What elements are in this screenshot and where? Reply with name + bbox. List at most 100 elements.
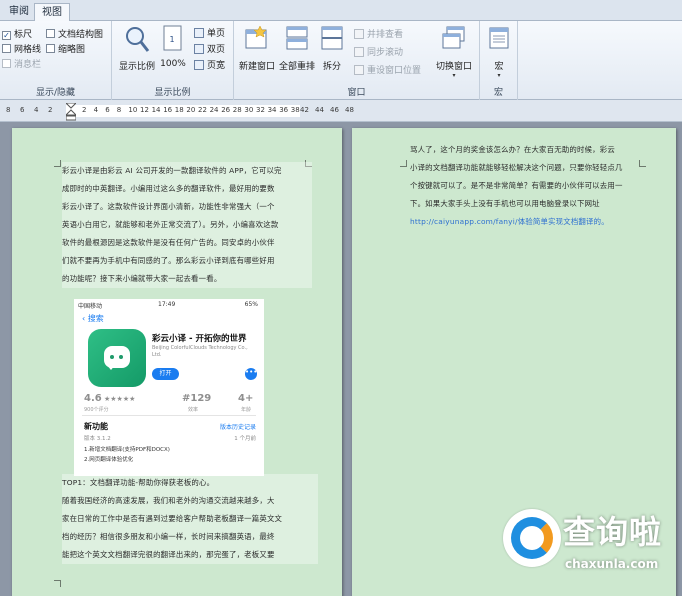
ruler-tick: 46 [330,106,339,114]
sync-scroll-icon [354,47,364,57]
switch-windows-button[interactable]: 切换窗口 ▾ [432,25,476,79]
sync-scroll-button: 同步滚动 [354,45,403,58]
group-window: 新建窗口 全部重排 拆分 并排查看 同步滚动 重设窗口位置 切换窗口 ▾ 窗口 [234,21,480,100]
check-icon: ✓ [2,31,11,40]
ruler-tick: 2 [48,106,53,114]
embedded-app-screenshot[interactable]: 中国移动 17:49 65% ‹ 搜索 彩云小译 - 开拓你的世界 Beijin… [74,299,264,476]
new-features-heading: 新功能 [84,422,108,431]
ruler-tick: 32 [256,106,265,114]
more-options-icon: ••• [245,368,257,380]
ruler-tick: 12 [140,106,149,114]
ruler-tick: 20 [186,106,196,114]
magnifier-icon [126,27,150,52]
ruler-tick: 6 [105,106,110,114]
open-app-button: 打开 [152,368,179,380]
macros-button[interactable]: 宏 ▾ [484,25,514,79]
ruler-tick: 8 [116,106,122,114]
page1-paragraph-2[interactable]: TOP1：文档翻译功能-帮助你得获老板的心。 随着我国经济的高速发展，我们和老外… [62,474,318,564]
back-search-link: ‹ 搜索 [82,314,104,323]
doc-map-checkbox[interactable]: 文档结构图 [46,27,103,40]
tab-view[interactable]: 视图 [34,3,70,22]
rating-value: 4.6 [84,393,102,404]
ruler-tick: 26 [221,106,231,114]
side-by-side-icon [354,29,364,39]
horizontal-ruler[interactable]: 8 6 4 2 2 4 6 8 10 12 14 16 18 20 22 24 26 28 30 32 34 36… [0,100,682,122]
one-page-icon [194,28,204,38]
chaxunla-logo-icon [503,509,561,567]
ruler-tick: 36 [279,106,289,114]
ruler-tick: 4 [93,106,99,114]
group-macros: 宏 ▾ 宏 [480,21,518,100]
switch-windows-icon [442,26,465,49]
zoom-button[interactable]: 显示比例 [118,25,156,72]
page2-paragraph-1[interactable]: 骂人了，这个月的奖金该怎么办？在大家百无助的时候，彩云 小译的文档翻译功能就能够… [410,141,650,231]
ruler-checkbox[interactable]: ✓ 标尺 [2,27,32,40]
arrange-all-button[interactable]: 全部重排 [278,25,316,72]
group-label-show-hide: 显示/隐藏 [35,88,76,98]
message-bar-checkbox: 消息栏 [2,57,41,70]
watermark-url: chaxunla.com [565,557,659,571]
document-page-1[interactable]: 彩云小译是由彩云 AI 公司开发的一款翻译软件的 APP，它可以完 成即时的中英… [12,128,342,596]
reset-position-icon [354,65,364,75]
page-100-icon: 1 [163,25,182,51]
app-icon [88,329,146,387]
chaxunla-watermark: 查询啦 chaxunla.com [497,505,682,596]
ruler-tick: 48 [345,106,354,114]
chevron-down-icon: ▾ [497,72,501,79]
ruler-tick: 42 [300,106,309,114]
watermark-brand: 查询啦 [563,513,663,551]
version-number: 版本 3.1.2 [84,436,111,442]
age-rating: 4+ [238,393,254,404]
app-developer: Beijing ColorfulClouds Technology Co., L… [152,345,248,358]
group-label-macros: 宏 [493,88,503,98]
ruler-tick: 14 [151,106,161,114]
reset-position-button: 重设窗口位置 [354,63,421,76]
gridlines-checkbox[interactable]: 网格线 [2,42,41,55]
zoom-100-button[interactable]: 1 100% [158,25,188,69]
one-page-button[interactable]: 单页 [194,26,225,39]
chevron-down-icon: ▾ [452,72,456,79]
arrange-all-icon [286,26,308,50]
ruler-tick: 8 [6,106,11,114]
macro-icon [489,27,509,49]
ruler-tick: 2 [82,106,87,114]
release-note: 1.新增文档翻译(支持PDF和DOCX) [84,447,170,453]
ruler-tick: 34 [267,106,277,114]
page-width-button[interactable]: 页宽 [194,58,225,71]
split-button[interactable]: 拆分 [318,25,346,72]
ruler-tick: 44 [315,106,324,114]
group-label-window: 窗口 [347,88,366,98]
rank-category: 效率 [188,407,199,413]
release-age: 1 个月前 [234,436,256,442]
ruler-tick: 28 [232,106,242,114]
two-pages-icon [194,44,204,54]
page-width-icon [194,60,204,70]
ruler-tick: 16 [163,106,173,114]
release-note: 2.网页翻译体验优化 [84,457,134,463]
star-rating-icon: ★★★★★ [104,395,136,403]
thumbnails-checkbox[interactable]: 缩略图 [46,42,85,55]
ribbon-tab-bar: 审阅 视图 [0,0,682,22]
ruler-tick: 22 [198,106,207,114]
ruler-tick: 4 [34,106,39,114]
age-label: 年龄 [241,407,252,413]
ribbon: ✓ 标尺 网格线 消息栏 文档结构图 缩略图 显示/隐藏 显示比例 1 100%… [0,21,682,100]
version-history-link: 版本历史记录 [219,424,256,431]
new-window-icon [245,25,267,49]
new-window-button[interactable]: 新建窗口 [238,25,276,72]
rating-count: 900个评分 [84,407,109,413]
ruler-tick: 18 [174,106,184,114]
tab-review[interactable]: 审阅 [2,3,36,21]
group-show-hide: ✓ 标尺 网格线 消息栏 文档结构图 缩略图 显示/隐藏 [0,21,112,100]
indent-marker-icon[interactable] [66,103,76,121]
ruler-tick: 10 [128,106,138,114]
ruler-tick: 30 [244,106,254,114]
two-pages-button[interactable]: 双页 [194,42,225,55]
phone-status-bar: 中国移动 17:49 65% [78,301,258,310]
caiyun-url-link[interactable]: http://caiyunapp.com/fanyi/ [410,217,518,226]
ruler-tick: 6 [20,106,25,114]
group-label-zoom: 显示比例 [154,88,191,98]
group-zoom: 显示比例 1 100% 单页 双页 页宽 显示比例 [112,21,234,100]
rank-value: #129 [182,393,212,404]
page1-paragraph-1[interactable]: 彩云小译是由彩云 AI 公司开发的一款翻译软件的 APP，它可以完 成即时的中英… [62,162,312,288]
